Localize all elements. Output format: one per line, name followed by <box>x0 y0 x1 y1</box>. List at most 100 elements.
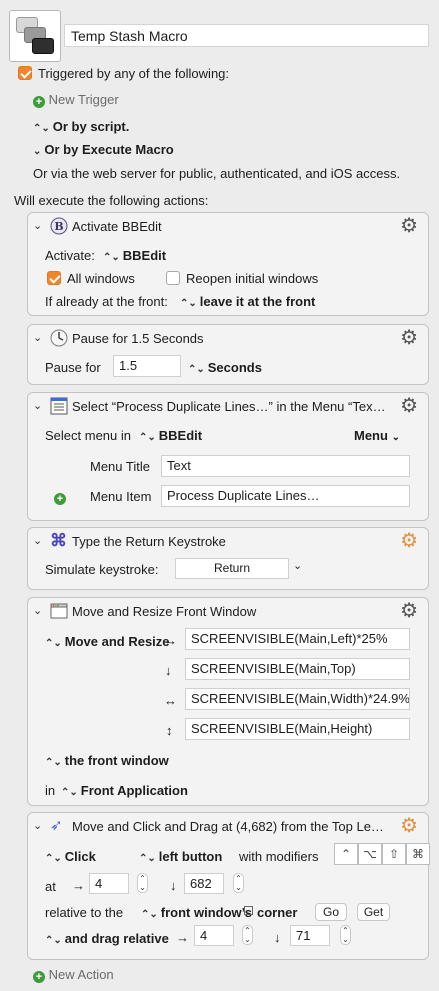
menu-app-select[interactable]: ⌃⌄ BBEdit <box>139 428 202 443</box>
arrow-horizontal-resize-icon: ↔ <box>164 693 177 708</box>
new-trigger-button[interactable]: + New Trigger <box>33 92 119 108</box>
web-server-label: Or via the web server for public, authen… <box>33 166 401 181</box>
drag-y-stepper[interactable]: ⌃ ⌄ <box>340 925 351 945</box>
disclosure-chevron-icon[interactable]: ⌄ <box>33 819 42 832</box>
chevron-updown-icon: ⌃⌄ <box>139 432 156 443</box>
or-by-execute-toggle[interactable]: ⌄ Or by Execute Macro <box>33 142 174 157</box>
command-key-icon: ⌘ <box>50 531 67 550</box>
pause-unit-select[interactable]: ⌃⌄ Seconds <box>188 360 262 375</box>
disclosure-chevron-icon[interactable]: ⌄ <box>33 219 42 232</box>
pause-label: Pause for <box>45 360 101 375</box>
actions-header: Will execute the following actions: <box>14 193 209 208</box>
svg-text:B: B <box>54 220 63 233</box>
action-click-card[interactable]: ⌄ ➶ Move and Click and Drag at (4,682) f… <box>27 812 430 960</box>
simulate-keystroke-label: Simulate keystroke: <box>45 562 159 577</box>
all-windows-checkbox[interactable] <box>47 271 61 285</box>
click-y-field[interactable]: 682 <box>184 873 224 894</box>
menu-list-icon <box>50 397 68 415</box>
action-title: Type the Return Keystroke <box>72 534 226 549</box>
action-keystroke-card[interactable]: ⌄ ⌘ Type the Return Keystroke ⚙ Simulate… <box>27 527 429 590</box>
relative-option-select[interactable]: ⌃⌄ front window’s <box>141 905 252 920</box>
pause-unit-label: Seconds <box>207 360 262 375</box>
add-icon: + <box>54 493 66 505</box>
keystroke-field[interactable]: Return <box>175 558 289 579</box>
chevron-updown-icon: ⌃⌄ <box>139 853 156 864</box>
action-select-menu-card[interactable]: ⌄ Select “Process Duplicate Lines…” in t… <box>27 392 429 521</box>
relative-label: relative to the <box>45 905 124 920</box>
drag-relative-select[interactable]: ⌃⌄ and drag relative <box>45 931 169 946</box>
shift-modifier-icon[interactable]: ⇧ <box>382 843 406 865</box>
or-by-script-toggle[interactable]: ⌃⌄ Or by script. <box>33 119 129 134</box>
drag-x-field[interactable]: 4 <box>194 925 234 946</box>
click-x-field[interactable]: 4 <box>89 873 129 894</box>
keystroke-options-chevron-icon[interactable]: ⌄ <box>293 559 302 572</box>
disclosure-chevron-icon[interactable]: ⌄ <box>33 331 42 344</box>
reopen-windows-checkbox[interactable] <box>166 271 180 285</box>
disclosure-chevron-icon[interactable]: ⌄ <box>33 534 42 547</box>
new-trigger-label: New Trigger <box>48 92 119 107</box>
new-action-button[interactable]: + New Action <box>33 967 114 983</box>
pause-duration-field[interactable]: 1.5 <box>113 355 181 377</box>
gear-icon[interactable]: ⚙ <box>400 327 418 349</box>
in-label: in <box>45 783 56 798</box>
gear-icon[interactable]: ⚙ <box>400 215 418 237</box>
macro-name-field[interactable]: Temp Stash Macro <box>64 24 429 47</box>
mouse-button-select[interactable]: ⌃⌄ left button <box>139 849 222 864</box>
width-field[interactable]: SCREENVISIBLE(Main,Width)*24.9% <box>185 688 410 710</box>
click-action-select[interactable]: ⌃⌄ Click <box>45 849 96 864</box>
action-pause-card[interactable]: ⌄ Pause for 1.5 Seconds ⚙ Pause for 1.5 … <box>27 324 429 385</box>
left-field[interactable]: SCREENVISIBLE(Main,Left)*25% <box>185 628 410 650</box>
drag-y-field[interactable]: 71 <box>290 925 330 946</box>
click-x-stepper[interactable]: ⌃ ⌄ <box>137 873 148 893</box>
gear-icon[interactable]: ⚙ <box>400 395 418 417</box>
or-by-execute-label: Or by Execute Macro <box>44 142 174 157</box>
chevron-down-icon: ⌄ <box>391 432 400 443</box>
modifiers-label: with modifiers <box>239 849 319 864</box>
go-button[interactable]: Go <box>315 903 347 921</box>
click-y-stepper[interactable]: ⌃ ⌄ <box>233 873 244 893</box>
chevron-updown-icon: ⌃⌄ <box>103 252 120 263</box>
triggered-checkbox[interactable] <box>18 66 32 80</box>
front-option-select[interactable]: ⌃⌄ leave it at the front <box>180 294 315 309</box>
top-field[interactable]: SCREENVISIBLE(Main,Top) <box>185 658 410 680</box>
reopen-windows-label: Reopen initial windows <box>186 271 319 286</box>
modifier-keys: ⌃ ⌥ ⇧ ⌘ <box>334 843 430 865</box>
chevron-updown-icon: ⌃⌄ <box>61 787 78 798</box>
target-app-select[interactable]: ⌃⌄ Front Application <box>61 783 188 798</box>
move-resize-mode-select[interactable]: ⌃⌄ Move and Resize <box>45 634 170 649</box>
action-move-resize-card[interactable]: ⌄ Move and Resize Front Window ⚙ ⌃⌄ Move … <box>27 597 429 806</box>
action-activate-card[interactable]: ⌄ B Activate BBEdit ⚙ Activate: ⌃⌄ BBEdit… <box>27 212 429 316</box>
chevron-updown-icon: ⌃⌄ <box>33 123 50 134</box>
activate-label: Activate: <box>45 248 95 263</box>
menu-title-field[interactable]: Text <box>161 455 410 477</box>
drag-x-stepper[interactable]: ⌃ ⌄ <box>242 925 253 945</box>
corner-picker-icon[interactable] <box>244 906 253 915</box>
option-modifier-icon[interactable]: ⌥ <box>358 843 382 865</box>
disclosure-chevron-icon[interactable]: ⌄ <box>33 604 42 617</box>
disclosure-chevron-icon[interactable]: ⌄ <box>33 399 42 412</box>
target-window-select[interactable]: ⌃⌄ the front window <box>45 753 169 768</box>
app-select[interactable]: ⌃⌄ BBEdit <box>103 248 166 263</box>
add-menu-item-button[interactable]: + <box>54 489 66 505</box>
action-title: Move and Click and Drag at (4,682) from … <box>72 819 384 834</box>
chevron-down-icon: ⌄ <box>33 146 42 157</box>
front-option-label: leave it at the front <box>199 294 316 309</box>
chevron-updown-icon: ⌃⌄ <box>45 853 62 864</box>
gear-icon[interactable]: ⚙ <box>400 600 418 622</box>
get-button[interactable]: Get <box>357 903 390 921</box>
height-field[interactable]: SCREENVISIBLE(Main,Height) <box>185 718 410 740</box>
mouse-click-icon: ➶ <box>50 817 63 834</box>
menu-dropdown[interactable]: Menu ⌄ <box>354 428 400 443</box>
stacked-windows-icon-front <box>32 38 54 54</box>
menu-dropdown-label: Menu <box>354 428 388 443</box>
gear-icon[interactable]: ⚙ <box>400 530 418 552</box>
macro-icon-well[interactable] <box>9 10 61 62</box>
control-modifier-icon[interactable]: ⌃ <box>334 843 358 865</box>
chevron-updown-icon: ⌃⌄ <box>188 364 205 375</box>
menu-item-field[interactable]: Process Duplicate Lines… <box>161 485 410 507</box>
command-modifier-icon[interactable]: ⌘ <box>406 843 430 865</box>
menu-item-label: Menu Item <box>90 489 152 504</box>
chevron-updown-icon: ⌃⌄ <box>141 909 158 920</box>
select-menu-label: Select menu in <box>45 428 131 443</box>
gear-icon[interactable]: ⚙ <box>400 815 418 837</box>
